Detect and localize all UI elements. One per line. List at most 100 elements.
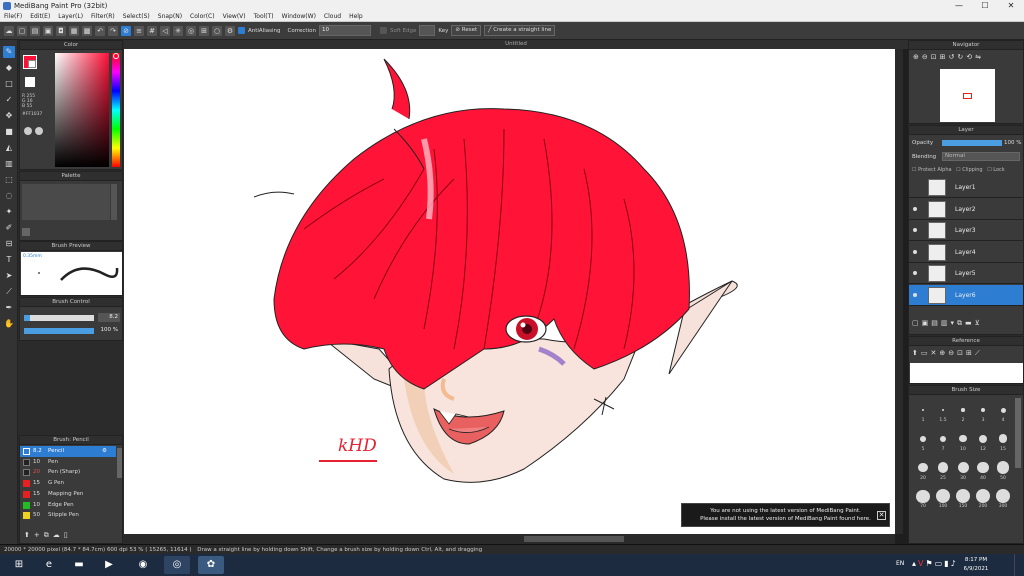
brush-size-value[interactable]: 8.2 — [98, 313, 120, 322]
brush-size-grid[interactable]: 1 1.5 2 3 4 5 7 10 12 15 20 25 30 40 50 70 100 150 200 300 — [909, 396, 1013, 544]
lock-checkbox[interactable]: ☐ — [987, 167, 991, 173]
menu-cloud[interactable]: Cloud — [324, 12, 341, 21]
layer-row-4[interactable]: Layer4 — [909, 241, 1023, 263]
text-tool-icon[interactable]: T — [3, 254, 15, 266]
eye-icon[interactable] — [913, 206, 917, 211]
brush-size-slider[interactable] — [24, 315, 94, 321]
language-indicator[interactable]: EN — [896, 560, 904, 567]
operation-tool-icon[interactable]: ➤ — [3, 270, 15, 282]
folder-icon[interactable]: ▬ — [66, 556, 92, 574]
hue-slider[interactable] — [112, 53, 120, 167]
upload-icon[interactable]: ⬆ — [912, 349, 921, 357]
redo-icon[interactable]: ↷ — [108, 25, 118, 36]
layer-row-6[interactable]: Layer6 — [909, 284, 1023, 306]
brush-item-pencil[interactable]: 8.2 Pencil ⚙ — [20, 446, 116, 457]
menu-snap[interactable]: Snap(N) — [158, 12, 182, 21]
magic-wand-icon[interactable]: ✦ — [3, 206, 15, 218]
snap-off-icon[interactable]: ⊘ — [121, 25, 131, 36]
cloud-brush-icon[interactable]: ☁ — [53, 531, 64, 539]
battery-icon[interactable]: ▭ — [935, 559, 945, 568]
close-button[interactable]: ✕ — [998, 0, 1024, 12]
brush-size-dot[interactable] — [979, 434, 987, 443]
antialias-checkbox[interactable] — [238, 27, 245, 34]
zoom-out-icon[interactable]: ⊖ — [948, 349, 957, 357]
delete-icon[interactable]: ▯ — [64, 531, 72, 539]
layer-row-2[interactable]: Layer2 — [909, 198, 1023, 220]
snap-vanish-icon[interactable]: ◁ — [160, 25, 170, 36]
hue-handle[interactable] — [113, 53, 119, 59]
brush-size-dot[interactable] — [996, 461, 1010, 474]
reset-button[interactable]: ⊘ Reset — [451, 25, 482, 36]
color-slider-icon[interactable] — [35, 127, 43, 135]
blending-select[interactable]: Normal — [942, 152, 1020, 161]
eye-icon[interactable] — [913, 271, 917, 275]
hscroll-thumb[interactable] — [524, 536, 624, 542]
eye-icon[interactable] — [913, 228, 917, 232]
layer-row-3[interactable]: Layer3 — [909, 220, 1023, 241]
correction-select[interactable]: 10 — [318, 25, 371, 36]
open-file-icon[interactable]: ▤ — [30, 25, 40, 36]
undo-icon[interactable]: ↶ — [95, 25, 105, 36]
chrome-icon[interactable]: ◎ — [164, 556, 190, 574]
dot-tool-icon[interactable]: □ — [3, 78, 15, 90]
rotate-right-icon[interactable]: ↻ — [957, 53, 966, 61]
menu-help[interactable]: Help — [349, 12, 363, 21]
gear-icon[interactable]: ⚙ — [102, 446, 107, 457]
app-icon[interactable]: ◉ — [130, 556, 156, 574]
reference-view[interactable] — [910, 363, 1023, 383]
transparent-swatch[interactable] — [25, 77, 35, 87]
add-halftone-layer-icon[interactable]: ▣ — [922, 319, 932, 327]
folder-icon[interactable]: ▬ — [965, 319, 975, 327]
duplicate-layer-icon[interactable]: ⧉ — [957, 319, 965, 327]
comment-icon[interactable]: ◘ — [56, 25, 66, 36]
straight-line-button[interactable]: ╱ Create a straight line — [484, 25, 556, 36]
add-layer-icon[interactable]: ▢ — [912, 319, 922, 327]
snap-settings-icon[interactable]: ⚙ — [225, 25, 235, 36]
clipping-checkbox[interactable]: ☐ — [956, 167, 960, 173]
brush-size-dot[interactable] — [939, 435, 947, 443]
snap-radial-icon[interactable]: ✳ — [173, 25, 183, 36]
update-notice[interactable]: You are not using the latest version of … — [681, 503, 890, 527]
snap-cross-icon[interactable]: # — [147, 25, 157, 36]
layer-opacity-slider[interactable] — [942, 140, 1002, 146]
start-icon[interactable]: ⊞ — [6, 556, 32, 574]
brush-size-dot[interactable] — [1000, 407, 1006, 413]
actual-size-icon[interactable]: ⊞ — [966, 349, 975, 357]
brush-size-dot[interactable] — [976, 489, 990, 504]
soft-edge-checkbox[interactable] — [379, 27, 387, 34]
brush-size-scrollbar[interactable] — [1015, 398, 1021, 468]
menu-window[interactable]: Window(W) — [282, 12, 316, 21]
lasso-tool-icon[interactable]: ◌ — [3, 190, 15, 202]
menu-tool[interactable]: Tool(T) — [254, 12, 274, 21]
maximize-button[interactable]: ☐ — [972, 0, 998, 12]
flip-icon[interactable]: ⇋ — [975, 53, 984, 61]
brush-size-dot[interactable] — [957, 462, 969, 474]
menu-view[interactable]: View(V) — [223, 12, 246, 21]
palette-swatches[interactable] — [22, 184, 110, 220]
eye-icon[interactable] — [913, 292, 917, 297]
zoom-in-icon[interactable]: ⊕ — [913, 53, 922, 61]
actual-size-icon[interactable]: ⊞ — [940, 53, 949, 61]
eraser-tool-icon[interactable]: ◆ — [3, 62, 15, 74]
soft-edge-input[interactable] — [419, 25, 436, 36]
brush-tool-icon[interactable]: ✎ — [3, 46, 15, 58]
eye-icon[interactable] — [913, 249, 917, 254]
protect-alpha-checkbox[interactable]: ☐ — [912, 167, 916, 173]
pen-tool-icon[interactable]: ✒ — [3, 302, 15, 314]
menu-layer[interactable]: Layer(L) — [58, 12, 83, 21]
layer-row-5[interactable]: Layer5 — [909, 263, 1023, 284]
flag-icon[interactable]: ⚑ — [926, 559, 935, 568]
brush-item-pen[interactable]: 10 Pen — [20, 457, 116, 468]
select-rect-icon[interactable]: ⬚ — [3, 174, 15, 186]
brush-size-dot[interactable] — [936, 489, 950, 504]
brush-size-dot[interactable] — [956, 489, 970, 504]
menu-select[interactable]: Select(S) — [123, 12, 150, 21]
navigator-viewport[interactable] — [963, 93, 972, 99]
brush-size-dot[interactable] — [998, 434, 1008, 444]
brush-size-dot[interactable] — [996, 489, 1010, 504]
close-icon[interactable]: ✕ — [877, 511, 886, 520]
brush-list-scrollbar[interactable] — [117, 448, 122, 478]
brush-size-dot[interactable] — [961, 408, 965, 412]
medibang-icon[interactable]: ✿ — [198, 556, 224, 574]
add-8bit-layer-icon[interactable]: ▤ — [931, 319, 941, 327]
